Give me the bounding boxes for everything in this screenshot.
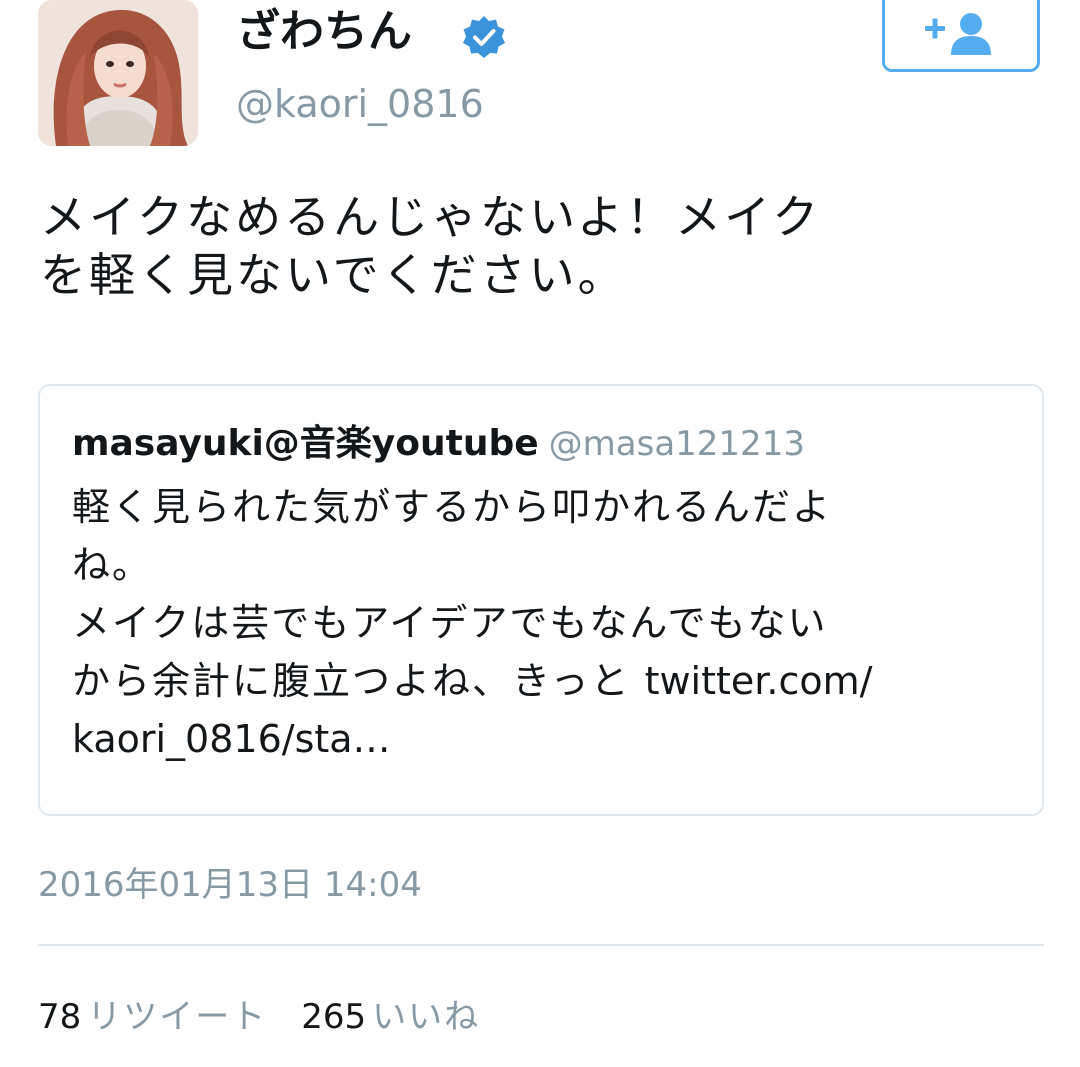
divider [38, 944, 1044, 946]
author-avatar[interactable] [38, 0, 198, 146]
avatar-photo [38, 0, 198, 146]
quoted-text-line: から余計に腹立つよね、きっと twitter.com/ [72, 652, 1022, 710]
quoted-text-line: kaori_0816/sta… [72, 710, 1022, 768]
quoted-tweet-text: 軽く見られた気がするから叩かれるんだよ ね。 メイクは芸でもアイデアでもなんでも… [72, 478, 1022, 768]
tweet-text: メイクなめるんじゃないよ！メイク を軽く見ないでください。 [40, 190, 822, 302]
tweet-detail: ざわちん @kaori_0816 メイクなめるんじゃないよ！メイク を軽く見ない… [0, 0, 1080, 1067]
quoted-tweet-link[interactable]: twitter.com/ [645, 659, 873, 703]
add-user-icon [925, 13, 991, 55]
quoted-author-name: masayuki@音楽youtube [72, 423, 539, 464]
likes-stat[interactable]: 265 いいね [301, 997, 480, 1037]
retweets-count: 78 [38, 997, 82, 1037]
quoted-tweet-card[interactable]: masayuki@音楽youtube @masa121213 軽く見られた気がする… [38, 384, 1044, 816]
quoted-author-handle: @masa121213 [548, 424, 805, 464]
follow-button[interactable] [882, 0, 1040, 72]
retweets-label: リツイート [87, 997, 268, 1037]
retweets-stat[interactable]: 78 リツイート [38, 997, 267, 1037]
tweet-stats: 78 リツイート 265 いいね [38, 994, 480, 1040]
quoted-text-segment: から余計に腹立つよね、きっと [72, 659, 645, 703]
quoted-text-line: 軽く見られた気がするから叩かれるんだよ [72, 485, 833, 529]
tweet-timestamp: 2016年01月13日 14:04 [38, 865, 422, 905]
likes-count: 265 [301, 997, 367, 1037]
quoted-text-line: メイクは芸でもアイデアでもなんでもない [72, 601, 828, 645]
likes-label: いいね [372, 997, 481, 1037]
quoted-tweet-link-continued[interactable]: kaori_0816/sta… [72, 717, 391, 761]
quoted-tweet-header: masayuki@音楽youtube @masa121213 [72, 420, 805, 474]
verified-badge-icon [463, 16, 505, 58]
author-display-name[interactable]: ざわちん [236, 2, 412, 62]
quoted-text-line: ね。 [72, 543, 153, 587]
author-handle[interactable]: @kaori_0816 [236, 78, 484, 130]
